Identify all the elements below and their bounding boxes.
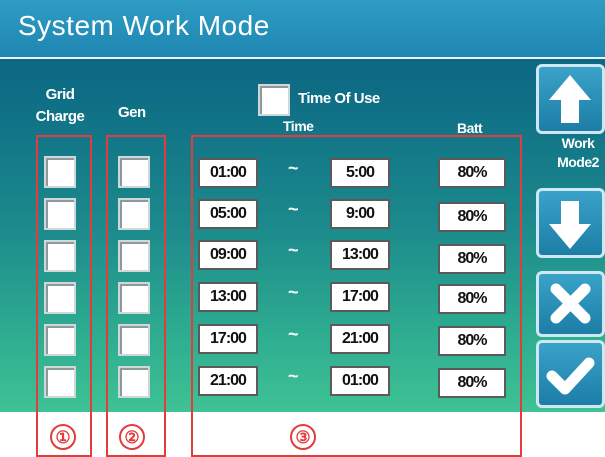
annotation-3: ③ [290, 424, 316, 450]
grid-charge-highlight [36, 135, 92, 457]
time-of-use-label: Time Of Use [298, 90, 380, 107]
annotation-2: ② [119, 424, 145, 450]
page-up-button[interactable] [536, 64, 605, 134]
time-header: Time [283, 118, 314, 134]
header-bar: System Work Mode [0, 0, 605, 59]
cancel-button[interactable] [536, 271, 605, 337]
grid-charge-header: Grid Charge [35, 86, 85, 125]
gen-highlight [106, 135, 166, 457]
page-down-button[interactable] [536, 188, 605, 258]
close-icon [550, 283, 591, 324]
time-of-use-checkbox[interactable] [258, 84, 290, 116]
batt-header: Batt [457, 120, 483, 136]
checkmark-icon [546, 357, 595, 395]
time-of-use-highlight [191, 135, 522, 457]
arrow-down-icon [549, 201, 591, 249]
arrow-up-icon [549, 75, 591, 123]
work-mode-label: Work Mode2 [557, 135, 599, 170]
annotation-1: ① [50, 424, 76, 450]
gen-header: Gen [118, 104, 146, 121]
page-title: System Work Mode [18, 10, 270, 41]
confirm-button[interactable] [536, 340, 605, 408]
